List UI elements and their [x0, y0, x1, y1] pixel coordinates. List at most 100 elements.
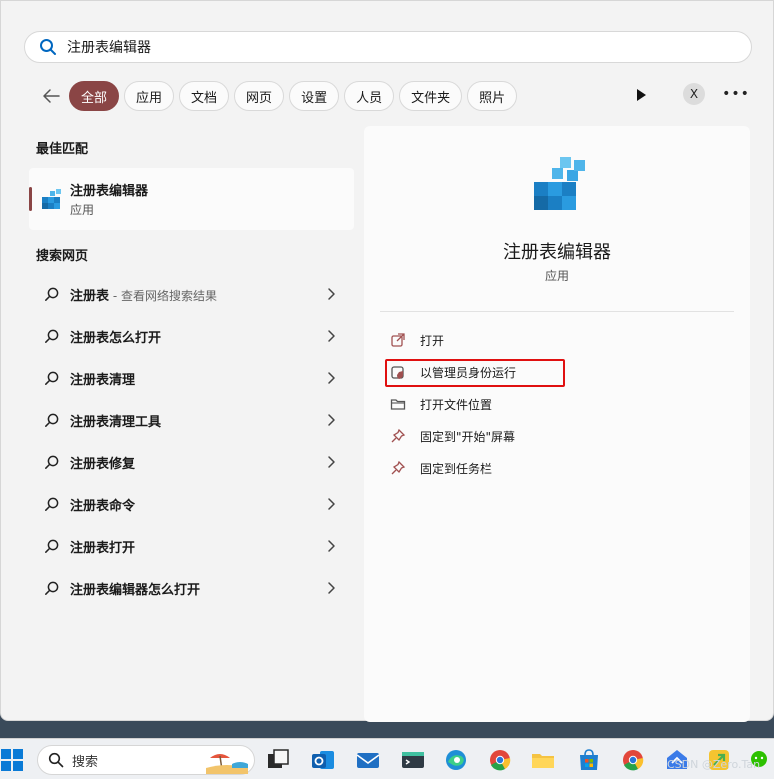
web-search-query: 注册表打开 — [70, 540, 136, 556]
back-button[interactable] — [37, 82, 65, 110]
search-icon — [45, 581, 59, 595]
search-icon — [48, 752, 64, 768]
web-search-item[interactable]: 注册表编辑器怎么打开 — [29, 567, 354, 609]
web-search-label: 注册表编辑器怎么打开 — [70, 579, 200, 598]
filter-chip[interactable]: 设置 — [289, 81, 340, 111]
filter-chip[interactable]: 文档 — [179, 81, 230, 111]
action-item[interactable]: 打开 — [384, 324, 744, 356]
action-item[interactable]: 固定到任务栏 — [384, 452, 744, 484]
best-match-item[interactable]: 注册表编辑器 应用 — [29, 168, 354, 230]
filter-chip[interactable]: 文件夹 — [399, 81, 463, 111]
detail-pane: 注册表编辑器 应用 打开 以管理员身份运行 打开文件位置 固定到"开始"屏幕 固定到任务… — [364, 126, 750, 722]
filter-chip[interactable]: 应用 — [124, 81, 175, 111]
windows-start-icon[interactable] — [0, 748, 24, 772]
taskbar-search-label: 搜索 — [72, 754, 99, 770]
shield-admin-icon — [391, 366, 404, 379]
chevron-right-icon — [328, 498, 335, 510]
web-search-query: 注册表 — [70, 288, 110, 304]
web-search-hint: - 查看网络搜索结果 — [109, 288, 217, 303]
arrow-left-icon — [43, 89, 60, 103]
selection-accent — [29, 187, 32, 211]
filter-chip[interactable]: 全部 — [69, 81, 120, 111]
folder-icon — [390, 399, 406, 410]
search-icon — [45, 539, 59, 553]
mail-icon[interactable] — [355, 747, 381, 773]
task-view-icon[interactable] — [265, 747, 291, 773]
filter-chip[interactable]: 人员 — [344, 81, 395, 111]
action-item[interactable]: 打开文件位置 — [384, 388, 744, 420]
chrome-icon[interactable] — [487, 747, 513, 773]
web-search-label: 注册表修复 — [70, 453, 135, 472]
web-search-label: 注册表 - 查看网络搜索结果 — [70, 285, 217, 304]
action-label: 打开文件位置 — [420, 397, 493, 412]
beach-highlight-icon — [206, 754, 248, 774]
chevron-right-icon — [328, 330, 335, 342]
best-match-type: 应用 — [70, 203, 95, 217]
terminal-icon[interactable] — [400, 747, 426, 773]
web-search-label: 注册表清理工具 — [70, 411, 161, 430]
web-search-item[interactable]: 注册表 - 查看网络搜索结果 — [29, 273, 354, 315]
web-search-item[interactable]: 注册表怎么打开 — [29, 315, 354, 357]
web-search-label: 注册表命令 — [70, 495, 135, 514]
search-icon — [45, 497, 59, 511]
web-search-query: 注册表编辑器怎么打开 — [70, 582, 201, 598]
web-search-query: 注册表命令 — [70, 498, 136, 514]
action-item[interactable]: 以管理员身份运行 — [384, 356, 744, 388]
search-bar[interactable] — [24, 31, 752, 63]
watermark: CSDN @Zero.Tan — [667, 758, 761, 771]
web-search-label: 注册表清理 — [70, 369, 135, 388]
search-input[interactable] — [67, 39, 667, 55]
registry-editor-icon — [42, 189, 61, 209]
chevron-right-icon — [328, 456, 335, 468]
more-options-button[interactable]: ••• — [722, 83, 749, 105]
web-search-item[interactable]: 注册表清理工具 — [29, 399, 354, 441]
action-item[interactable]: 固定到"开始"屏幕 — [384, 420, 744, 452]
web-search-item[interactable]: 注册表打开 — [29, 525, 354, 567]
chevron-right-icon — [328, 288, 335, 300]
pin-icon — [391, 428, 406, 443]
edge-icon[interactable] — [443, 747, 469, 773]
search-icon — [45, 371, 59, 385]
web-search-item[interactable]: 注册表清理 — [29, 357, 354, 399]
best-match-name: 注册表编辑器 — [70, 184, 149, 199]
best-match-heading: 最佳匹配 — [36, 142, 89, 157]
chevron-right-icon — [328, 582, 335, 594]
web-search-item[interactable]: 注册表命令 — [29, 483, 354, 525]
pin-icon — [391, 460, 406, 475]
web-search-query: 注册表清理工具 — [70, 414, 162, 430]
detail-title: 注册表编辑器 — [503, 242, 611, 263]
action-label: 固定到"开始"屏幕 — [420, 429, 516, 444]
action-label: 固定到任务栏 — [420, 461, 493, 476]
web-search-query: 注册表修复 — [70, 456, 136, 472]
file-explorer-icon[interactable] — [530, 747, 556, 773]
filter-chip[interactable]: 照片 — [467, 81, 518, 111]
chevron-right-icon — [328, 372, 335, 384]
web-search-query: 注册表清理 — [70, 372, 136, 388]
taskbar-search[interactable]: 搜索 — [37, 745, 255, 775]
play-icon[interactable] — [631, 85, 651, 105]
filter-row: 全部 应用 文档 网页 设置 人员 文件夹 照片 X ••• — [37, 79, 757, 113]
web-search-heading: 搜索网页 — [36, 249, 89, 264]
action-list: 打开以管理员身份运行打开文件位置固定到"开始"屏幕 固定到任务栏 — [384, 324, 744, 484]
web-search-label: 注册表怎么打开 — [70, 327, 161, 346]
chevron-right-icon — [328, 540, 335, 552]
web-search-query: 注册表怎么打开 — [70, 330, 162, 346]
search-icon — [45, 455, 59, 469]
microsoft-store-icon[interactable] — [576, 747, 602, 773]
chevron-right-icon — [328, 414, 335, 426]
outlook-icon[interactable] — [310, 747, 336, 773]
account-avatar[interactable]: X — [683, 83, 705, 105]
search-icon — [45, 329, 59, 343]
detail-divider — [380, 311, 734, 312]
registry-editor-large-icon — [534, 157, 585, 210]
web-search-item[interactable]: 注册表修复 — [29, 441, 354, 483]
web-search-list: 注册表 - 查看网络搜索结果 注册表怎么打开 注册表清理 注册表清理工具 注册表修复 注册… — [29, 273, 354, 609]
filter-chips: 全部 应用 文档 网页 设置 人员 文件夹 照片 — [69, 81, 522, 111]
search-icon — [40, 39, 56, 55]
taskbar: 搜索 — [0, 738, 774, 779]
search-icon — [45, 287, 59, 301]
filter-chip[interactable]: 网页 — [234, 81, 285, 111]
action-label: 打开 — [420, 333, 445, 348]
start-search-panel: 全部应用文档网页设置人员文件夹照片 X ••• 最佳匹配 注册表编辑器 应用 搜… — [0, 0, 774, 722]
chrome-profile-icon[interactable] — [620, 747, 646, 773]
